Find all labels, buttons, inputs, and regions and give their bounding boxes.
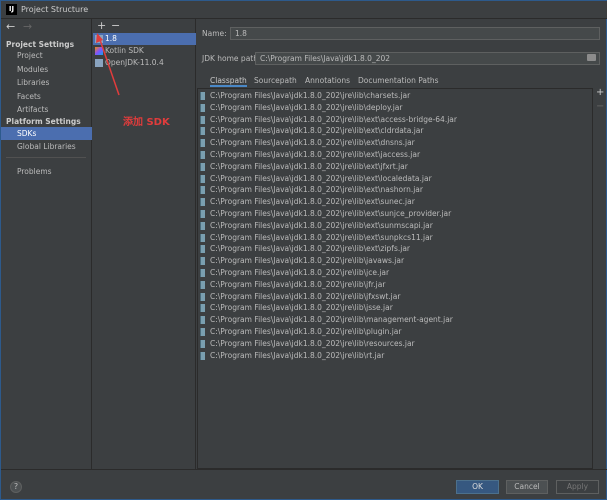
sidebar: ← → Project Settings Project Modules Lib… [1,19,92,469]
jar-icon [200,127,205,136]
footer-divider [1,469,607,470]
jar-icon [200,174,205,183]
classpath-list[interactable]: C:\Program Files\Java\jdk1.8.0_202\jre\l… [197,88,593,469]
classpath-item[interactable]: C:\Program Files\Java\jdk1.8.0_202\jre\l… [200,302,393,314]
divider [6,157,86,158]
classpath-item[interactable]: C:\Program Files\Java\jdk1.8.0_202\jre\l… [200,255,404,267]
classpath-item[interactable]: C:\Program Files\Java\jdk1.8.0_202\jre\l… [200,173,432,185]
ok-button[interactable]: OK [456,480,499,494]
help-button[interactable]: ? [10,481,22,493]
forward-arrow-icon[interactable]: → [23,20,32,33]
add-path-button[interactable]: + [596,87,604,98]
jar-icon [200,92,205,100]
jar-icon [200,221,205,230]
jar-icon [200,304,205,313]
name-label: Name: [202,29,227,38]
sidebar-item-sdks[interactable]: SDKs [1,127,92,140]
cancel-button[interactable]: Cancel [506,480,548,494]
intellij-logo-icon: IJ [6,4,17,15]
annotation-arrow [96,33,120,96]
jar-icon [200,269,205,277]
jar-icon [200,198,205,207]
remove-path-button[interactable]: − [596,101,604,112]
jar-icon [200,351,205,360]
jar-icon [200,257,205,266]
folder-icon[interactable] [587,54,596,61]
classpath-item[interactable]: C:\Program Files\Java\jdk1.8.0_202\jre\l… [200,243,410,255]
classpath-item[interactable]: C:\Program Files\Java\jdk1.8.0_202\jre\l… [200,291,400,303]
classpath-item[interactable]: C:\Program Files\Java\jdk1.8.0_202\jre\l… [200,232,433,244]
annotation-label: 添加 SDK [123,117,170,128]
classpath-item[interactable]: C:\Program Files\Java\jdk1.8.0_202\jre\l… [200,90,410,102]
jar-icon [200,292,205,301]
classpath-item[interactable]: C:\Program Files\Java\jdk1.8.0_202\jre\l… [200,326,401,338]
jar-icon [200,339,205,348]
jdk-home-path-field[interactable]: C:\Program Files\Java\jdk1.8.0_202 [255,52,600,65]
classpath-item[interactable]: C:\Program Files\Java\jdk1.8.0_202\jre\l… [200,208,451,220]
classpath-item[interactable]: C:\Program Files\Java\jdk1.8.0_202\jre\l… [200,350,384,362]
title-bar: IJ Project Structure [1,1,607,19]
window-title: Project Structure [21,5,89,14]
apply-button[interactable]: Apply [556,480,599,494]
jdk-home-label: JDK home path: [202,54,261,63]
sidebar-item-facets[interactable]: Facets [1,90,92,103]
classpath-item[interactable]: C:\Program Files\Java\jdk1.8.0_202\jre\l… [200,220,433,232]
jar-icon [200,139,205,148]
classpath-item[interactable]: C:\Program Files\Java\jdk1.8.0_202\jre\l… [200,314,453,326]
sidebar-item-project[interactable]: Project [1,49,92,62]
jar-icon [200,328,205,336]
jar-icon [200,151,205,159]
classpath-item[interactable]: C:\Program Files\Java\jdk1.8.0_202\jre\l… [200,196,415,208]
classpath-item[interactable]: C:\Program Files\Java\jdk1.8.0_202\jre\l… [200,279,385,291]
jar-icon [200,316,205,325]
jar-icon [200,162,205,171]
back-arrow-icon[interactable]: ← [6,20,15,33]
classpath-item[interactable]: C:\Program Files\Java\jdk1.8.0_202\jre\l… [200,102,402,114]
tab-annotations[interactable]: Annotations [305,74,350,87]
jar-icon [200,245,205,254]
sidebar-item-problems[interactable]: Problems [1,165,92,178]
classpath-item[interactable]: C:\Program Files\Java\jdk1.8.0_202\jre\l… [200,267,389,279]
classpath-item[interactable]: C:\Program Files\Java\jdk1.8.0_202\jre\l… [200,137,415,149]
classpath-item[interactable]: C:\Program Files\Java\jdk1.8.0_202\jre\l… [200,184,423,196]
jar-icon [200,233,205,242]
jar-icon [200,280,205,289]
jar-icon [200,103,205,112]
tab-documentation-paths[interactable]: Documentation Paths [358,74,439,87]
sidebar-item-global-libraries[interactable]: Global Libraries [1,140,92,153]
jar-icon [200,115,205,124]
classpath-item[interactable]: C:\Program Files\Java\jdk1.8.0_202\jre\l… [200,125,423,137]
classpath-item[interactable]: C:\Program Files\Java\jdk1.8.0_202\jre\l… [200,149,420,161]
classpath-item[interactable]: C:\Program Files\Java\jdk1.8.0_202\jre\l… [200,161,408,173]
classpath-item[interactable]: C:\Program Files\Java\jdk1.8.0_202\jre\l… [200,338,415,350]
tab-classpath[interactable]: Classpath [210,74,247,87]
sidebar-item-libraries[interactable]: Libraries [1,76,92,89]
jar-icon [200,186,205,195]
jar-icon [200,210,205,218]
classpath-item[interactable]: C:\Program Files\Java\jdk1.8.0_202\jre\l… [200,114,457,126]
name-field[interactable]: 1.8 [230,27,600,40]
sidebar-item-modules[interactable]: Modules [1,63,92,76]
tab-sourcepath[interactable]: Sourcepath [254,74,297,87]
